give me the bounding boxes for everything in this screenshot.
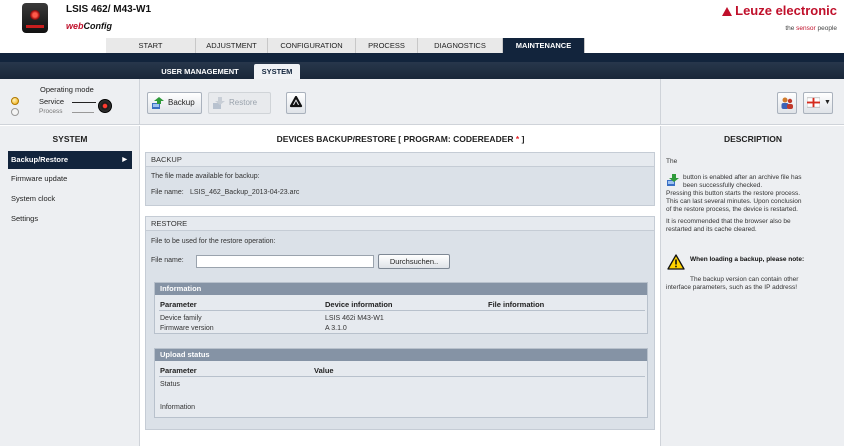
backup-button-label: Backup [168,98,195,107]
backup-button[interactable]: Backup [147,92,202,114]
tab-process[interactable]: PROCESS [356,38,418,53]
info-col-device-information: Device information [325,300,393,309]
upload-status-heading: Upload status [155,349,647,361]
info-row-firmware-param: Firmware version [160,325,214,332]
users-icon [781,97,793,109]
service-lamp-icon [11,97,19,105]
users-button[interactable] [777,92,797,114]
process-lamp-icon [11,108,19,116]
restore-button-label: Restore [229,98,258,107]
description-text-3c: of the restore process, the device is re… [666,206,798,213]
restore-icon [213,97,225,109]
warning-icon [667,254,685,270]
description-text-4a: It is recommended that the browser also … [666,218,791,225]
device-name: LSIS 462/ M43-W1 [66,4,152,15]
backup-file-value: LSIS_462_Backup_2013-04-23.arc [190,189,300,196]
description-title: DESCRIPTION [723,134,783,144]
backup-heading: BACKUP [146,153,654,167]
chevron-right-icon: ▶ [122,157,127,163]
info-row-device-family-param: Device family [160,315,202,322]
sidebar-item-backup-restore[interactable]: Backup/Restore ▶ [8,151,132,169]
upload-col-value: Value [314,366,334,375]
tab-configuration[interactable]: CONFIGURATION [268,38,356,53]
sub-navigation: USER MANAGEMENT SYSTEM [0,53,844,79]
information-panel: Information Parameter Device information… [154,282,648,334]
upload-row-information: Information [160,404,196,411]
language-dropdown[interactable]: ▼ [803,92,833,114]
tab-adjustment[interactable]: ADJUSTMENT [196,38,268,53]
description-text-3a: Pressing this button starts the restore … [666,190,801,197]
restore-file-input[interactable] [196,255,374,268]
description-text-4b: restarted and its cache cleared. [666,226,757,233]
information-heading: Information [155,283,647,295]
sidebar-item-settings[interactable]: Settings [8,210,132,228]
tab-diagnostics[interactable]: DIAGNOSTICS [418,38,503,53]
service-label: Service [39,97,65,106]
subtab-user-management[interactable]: USER MANAGEMENT [152,64,248,79]
language-flag-icon [807,97,820,108]
description-text-2a: button is enabled after an archive file … [683,174,802,181]
page-title: DEVICES BACKUP/RESTORE [ PROGRAM: CODERE… [276,134,525,144]
brand-slogan: the sensor people [785,25,837,32]
subtab-system[interactable]: SYSTEM [254,64,300,79]
main-content: DEVICES BACKUP/RESTORE [ PROGRAM: CODERE… [141,126,660,446]
restore-heading: RESTORE [146,217,654,231]
description-text-3b: This can last several minutes. Upon conc… [666,198,802,205]
main-navigation: START ADJUSTMENT CONFIGURATION PROCESS D… [0,38,844,53]
device-image [22,3,48,33]
restore-panel: RESTORE File to be used for the restore … [145,216,655,430]
recycle-button[interactable] [286,92,306,114]
info-col-parameter: Parameter [160,300,197,309]
tab-start[interactable]: START [106,38,196,53]
backup-icon [152,97,164,109]
operating-mode-panel: Operating mode Service Process [0,79,140,125]
upload-row-status: Status [160,381,180,388]
header: LSIS 462/ M43-W1 webConfig Leuze electro… [0,0,844,38]
description-panel: DESCRIPTION The button is enabled after … [660,126,844,446]
warning-title: When loading a backup, please note: [690,256,805,263]
info-row-device-family-value: LSIS 462i M43-W1 [325,315,384,322]
restore-file-label: File name: [151,257,184,264]
restore-button[interactable]: Restore [208,92,271,114]
browse-button[interactable]: Durchsuchen.. [378,254,450,269]
recycle-icon [289,95,303,108]
restore-text: File to be used for the restore operatio… [151,238,276,245]
backup-panel: BACKUP The file made available for backu… [145,152,655,206]
leuze-logo-icon [722,7,733,16]
sidebar-item-firmware-update[interactable]: Firmware update [8,170,132,188]
description-text-2b: been successfully checked. [683,182,763,189]
operating-mode-title: Operating mode [40,85,94,94]
info-col-file-information: File information [488,300,545,309]
sidebar-item-system-clock[interactable]: System clock [8,190,132,208]
upload-col-parameter: Parameter [160,366,197,375]
description-text-1: The [666,158,678,165]
leuze-logo[interactable]: Leuze electronic [722,3,837,18]
mode-switch-knob[interactable] [98,99,112,113]
sidebar: SYSTEM Backup/Restore ▶ Firmware update S… [0,126,140,446]
backup-text: The file made available for backup: [151,173,260,180]
toolbar-right: ▼ [660,79,844,125]
upload-status-panel: Upload status Parameter Value Status Inf… [154,348,648,418]
info-row-firmware-value: A 3.1.0 [325,325,347,332]
process-label: Process [39,108,63,115]
chevron-down-icon: ▼ [824,99,831,106]
warning-text-1: The backup version can contain other [690,276,799,283]
sidebar-title: SYSTEM [52,134,88,144]
backup-file-label: File name: [151,189,184,196]
restore-icon [667,174,679,186]
webconfig-logo: webConfig [66,21,113,31]
toolbar: Operating mode Service Process Backup Re… [0,79,844,125]
warning-text-2: interface parameters, such as the IP add… [666,284,798,291]
tab-maintenance[interactable]: MAINTENANCE [503,38,585,53]
